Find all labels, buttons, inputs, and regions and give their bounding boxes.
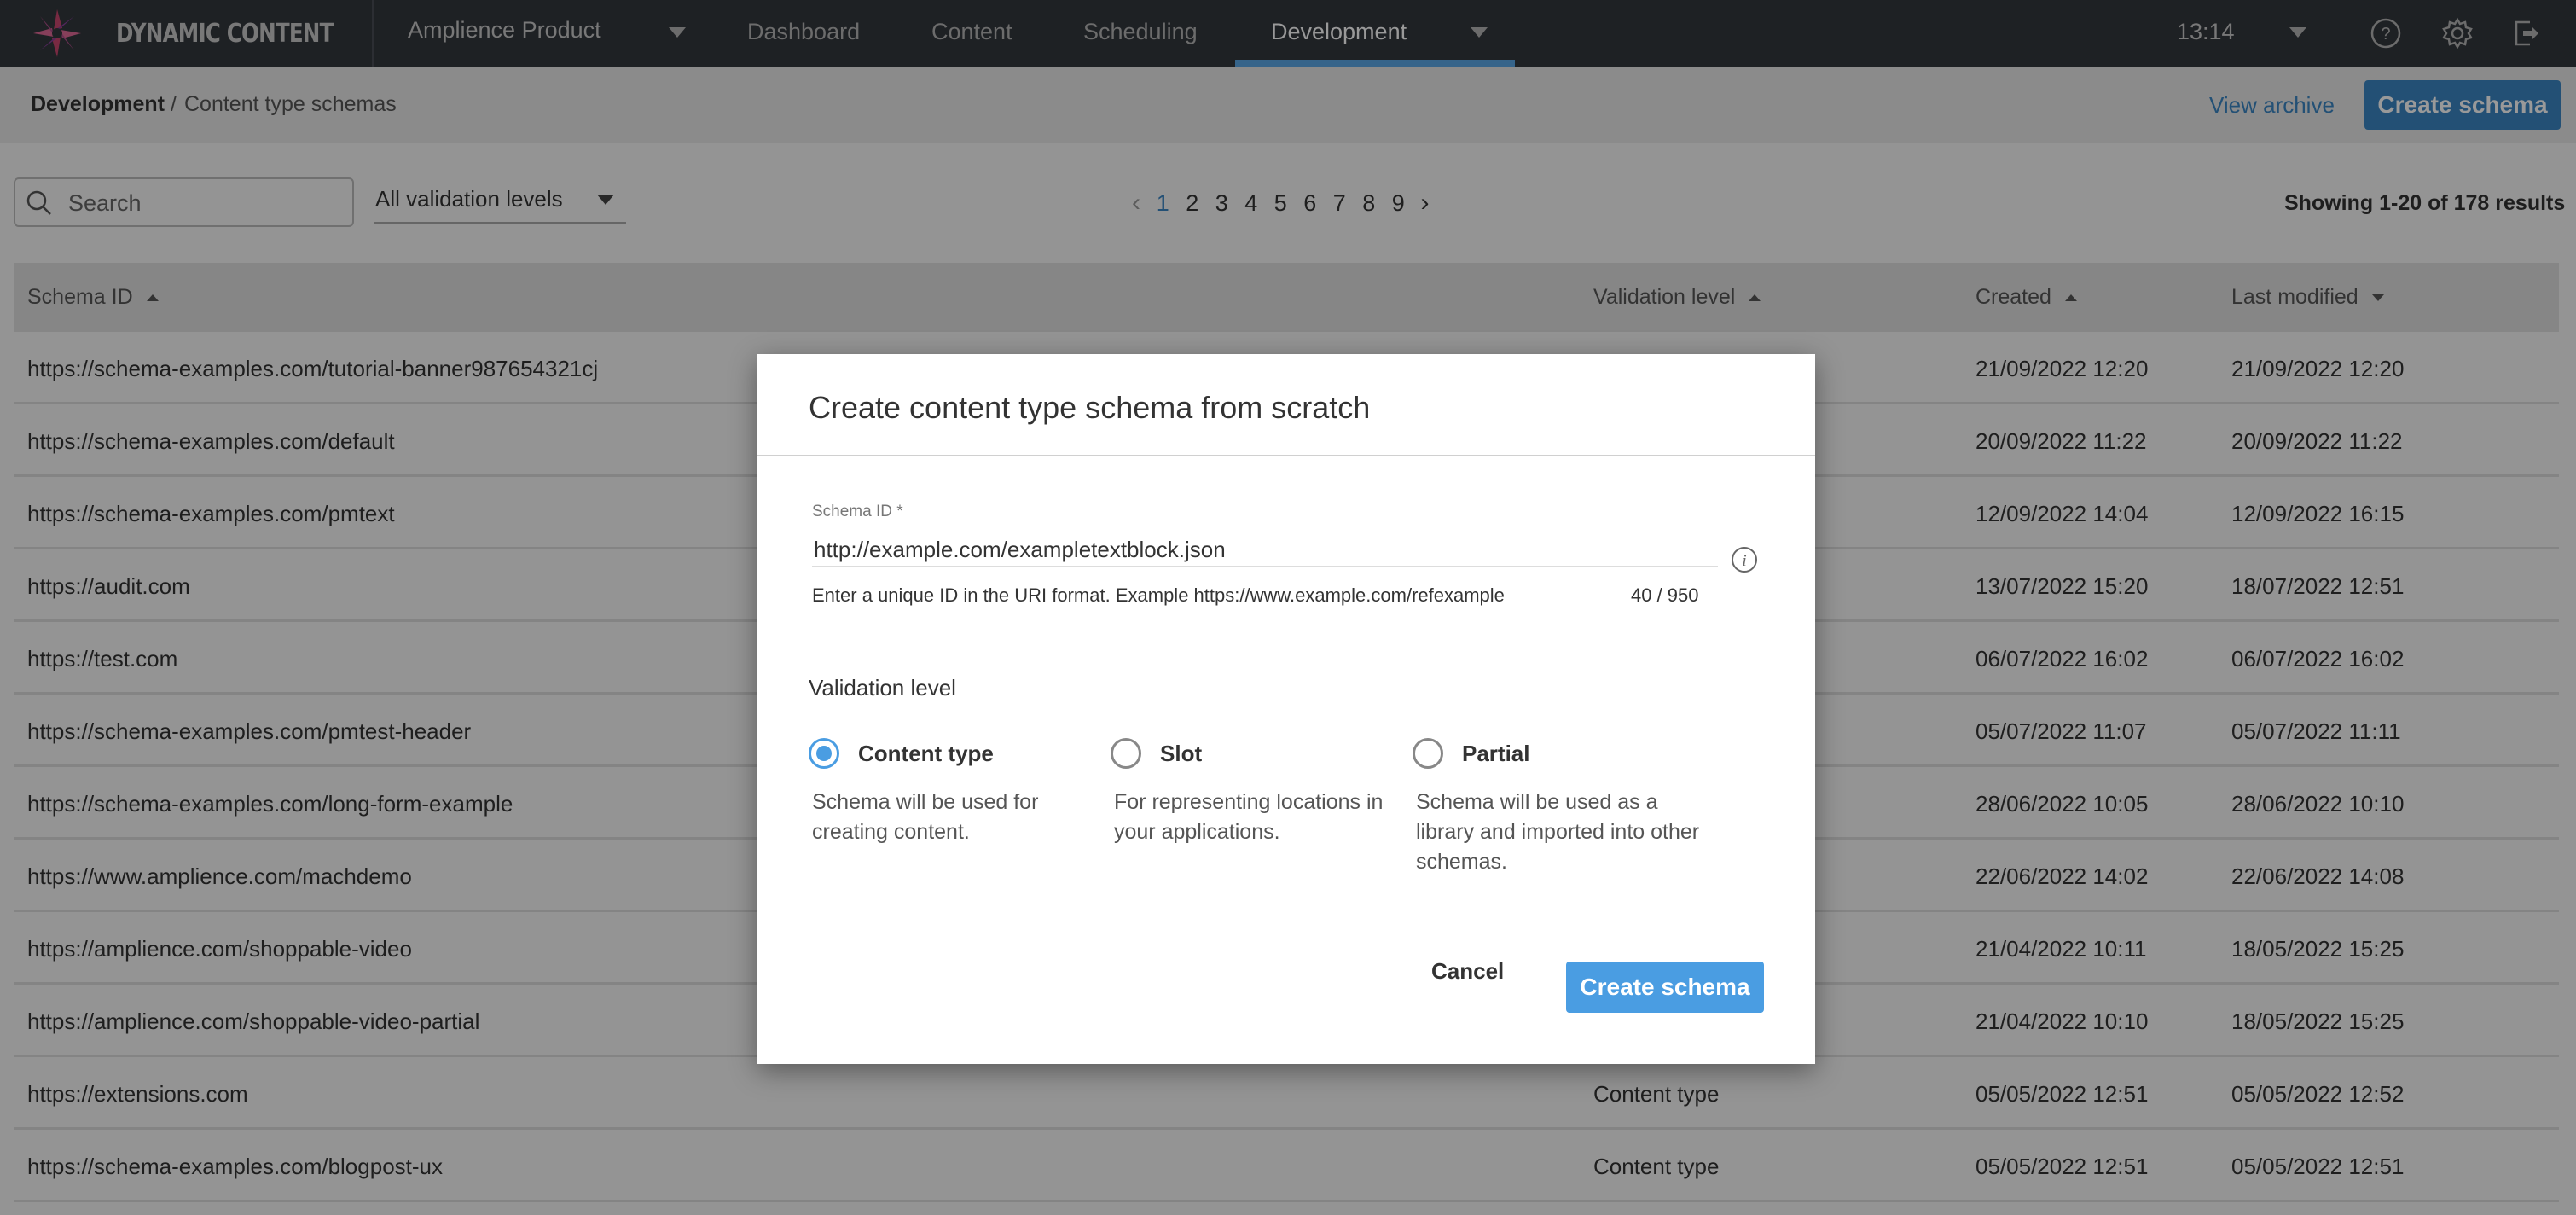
dialog-title: Create content type schema from scratch: [809, 390, 1371, 425]
schema-id-char-count: 40 / 950: [1631, 584, 1699, 606]
cancel-button[interactable]: Cancel: [1431, 958, 1504, 985]
radio-label: Partial: [1462, 740, 1530, 766]
schema-id-input[interactable]: [812, 533, 1718, 567]
radio-option-content-type[interactable]: Content type Schema will be used for cre…: [809, 738, 1099, 847]
radio-description: Schema will be used as a library and imp…: [1416, 790, 1700, 874]
radio-label: Slot: [1160, 740, 1203, 766]
info-icon[interactable]: i: [1730, 545, 1759, 574]
confirm-create-schema-button[interactable]: Create schema: [1566, 962, 1764, 1013]
svg-text:i: i: [1742, 552, 1746, 570]
radio-description: For representing locations in your appli…: [1114, 790, 1384, 844]
validation-level-label: Validation level: [809, 675, 956, 701]
radio-button[interactable]: [1111, 738, 1141, 769]
radio-description: Schema will be used for creating content…: [812, 790, 1039, 844]
create-schema-dialog: Create content type schema from scratch …: [757, 354, 1815, 1064]
radio-option-slot[interactable]: Slot For representing locations in your …: [1111, 738, 1401, 847]
radio-option-partial[interactable]: Partial Schema will be used as a library…: [1413, 738, 1703, 877]
schema-id-help-text: Enter a unique ID in the URI format. Exa…: [812, 584, 1505, 606]
radio-button[interactable]: [1413, 738, 1443, 769]
schema-id-label: Schema ID *: [812, 503, 903, 520]
radio-label: Content type: [858, 740, 994, 766]
radio-button-checked[interactable]: [809, 738, 839, 769]
dialog-divider: [757, 455, 1815, 456]
